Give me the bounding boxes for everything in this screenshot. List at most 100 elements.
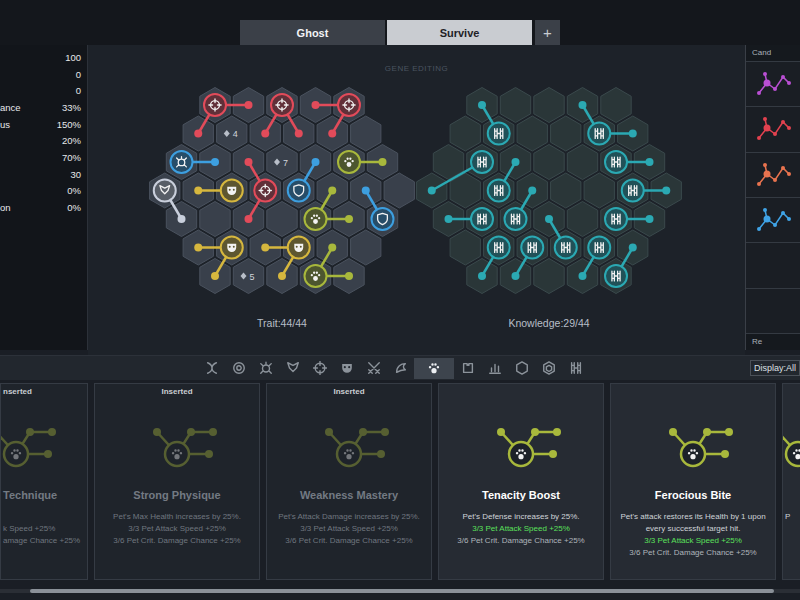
- hex-slot[interactable]: [284, 230, 314, 265]
- hex-slot[interactable]: [450, 116, 480, 151]
- hex-slot[interactable]: [618, 230, 648, 265]
- gene[interactable]: [428, 151, 493, 195]
- display-dropdown[interactable]: Display:All: [750, 360, 800, 376]
- hex-slot[interactable]: [534, 202, 564, 237]
- gene[interactable]: [261, 94, 303, 138]
- hex-slot[interactable]: [183, 116, 213, 151]
- gene-card[interactable]: Ferocious BitePet's attack restores its …: [610, 383, 776, 580]
- hex-slot[interactable]: [200, 259, 230, 294]
- hex-slot[interactable]: [417, 173, 447, 208]
- hex-slot[interactable]: [567, 88, 597, 123]
- gene-node[interactable]: [338, 94, 360, 116]
- gene-node[interactable]: [488, 237, 510, 259]
- gene-node[interactable]: [305, 208, 327, 230]
- hex-slot[interactable]: [534, 145, 564, 180]
- hex-slot[interactable]: [551, 230, 581, 265]
- category-filter[interactable]: [562, 358, 589, 379]
- hex-slot[interactable]: [517, 116, 547, 151]
- category-filter[interactable]: [387, 358, 414, 379]
- gene-node[interactable]: [471, 151, 493, 173]
- gene[interactable]: [261, 237, 310, 281]
- build-tab[interactable]: Survive: [387, 20, 532, 45]
- gene[interactable]: [362, 187, 394, 231]
- gene[interactable]: [194, 94, 252, 138]
- category-filter[interactable]: [252, 358, 279, 379]
- hex-slot[interactable]: [351, 116, 381, 151]
- gene-node[interactable]: [605, 151, 627, 173]
- hex-slot[interactable]: [267, 259, 297, 294]
- category-filter[interactable]: [454, 358, 481, 379]
- hex-slot[interactable]: [250, 173, 280, 208]
- gene[interactable]: [171, 151, 220, 173]
- hex-slot[interactable]: [367, 202, 397, 237]
- hex-slot[interactable]: [484, 173, 514, 208]
- hex-slot[interactable]: [351, 230, 381, 265]
- hex-slot[interactable]: [534, 259, 564, 294]
- build-tab[interactable]: Ghost: [240, 20, 385, 45]
- hex-slot[interactable]: [551, 173, 581, 208]
- hex-slot[interactable]: [551, 116, 581, 151]
- category-filter[interactable]: [414, 358, 454, 379]
- hex-slot[interactable]: [601, 88, 631, 123]
- gene[interactable]: [622, 180, 671, 202]
- category-filter[interactable]: [360, 358, 387, 379]
- gene[interactable]: [488, 158, 520, 202]
- category-filter[interactable]: [198, 358, 225, 379]
- hex-slot[interactable]: [500, 259, 530, 294]
- candidate-empty[interactable]: [746, 242, 800, 287]
- gene[interactable]: [605, 151, 654, 173]
- hex-slot[interactable]: [217, 230, 247, 265]
- gene-node[interactable]: [505, 208, 527, 230]
- gene-node[interactable]: [588, 237, 610, 259]
- hex-slot[interactable]: [484, 116, 514, 151]
- hex-slot[interactable]: [467, 259, 497, 294]
- gene-card[interactable]: P: [782, 383, 800, 580]
- gene-node[interactable]: [171, 151, 193, 173]
- category-filter[interactable]: [279, 358, 306, 379]
- hex-slot[interactable]: [618, 173, 648, 208]
- gene[interactable]: [154, 180, 186, 224]
- scroll-track[interactable]: [0, 589, 800, 593]
- hex-slot[interactable]: [217, 173, 247, 208]
- gene-node[interactable]: [372, 208, 394, 230]
- gene[interactable]: [338, 151, 387, 173]
- hex-slot[interactable]: [267, 88, 297, 123]
- hex-slot[interactable]: [317, 173, 347, 208]
- gene-node[interactable]: [221, 180, 243, 202]
- gene-node[interactable]: [471, 208, 493, 230]
- candidate-gene[interactable]: [746, 61, 800, 106]
- hex-slot[interactable]: [300, 145, 330, 180]
- hex-slot[interactable]: [484, 230, 514, 265]
- gene-node[interactable]: [305, 265, 327, 287]
- hex-slot[interactable]: [334, 88, 364, 123]
- gene[interactable]: [312, 94, 361, 138]
- candidate-empty[interactable]: [746, 288, 800, 333]
- hex-slot[interactable]: [166, 145, 196, 180]
- gene-node[interactable]: [555, 237, 577, 259]
- hex-slot[interactable]: [317, 116, 347, 151]
- gene[interactable]: [305, 244, 354, 288]
- hex-slot[interactable]: [450, 230, 480, 265]
- category-filter[interactable]: [481, 358, 508, 379]
- gene[interactable]: [288, 158, 320, 202]
- hex-slot[interactable]: [334, 145, 364, 180]
- hex-slot[interactable]: [233, 145, 263, 180]
- candidate-gene[interactable]: [746, 106, 800, 151]
- hex-slot[interactable]: [584, 173, 614, 208]
- category-filter[interactable]: [306, 358, 333, 379]
- gene-node[interactable]: [288, 180, 310, 202]
- gene[interactable]: [505, 187, 537, 231]
- hex-slot[interactable]: [500, 145, 530, 180]
- hex-slot[interactable]: [217, 116, 247, 151]
- hex-slot[interactable]: [567, 145, 597, 180]
- gene[interactable]: [245, 158, 277, 223]
- gene-node[interactable]: [488, 123, 510, 145]
- hex-slot[interactable]: [567, 259, 597, 294]
- hex-slot[interactable]: [300, 259, 330, 294]
- gene[interactable]: [605, 244, 637, 288]
- gene-node[interactable]: [338, 151, 360, 173]
- hex-slot[interactable]: [267, 202, 297, 237]
- gene-node[interactable]: [254, 180, 276, 202]
- hex-slot[interactable]: [500, 88, 530, 123]
- gene[interactable]: [194, 237, 243, 281]
